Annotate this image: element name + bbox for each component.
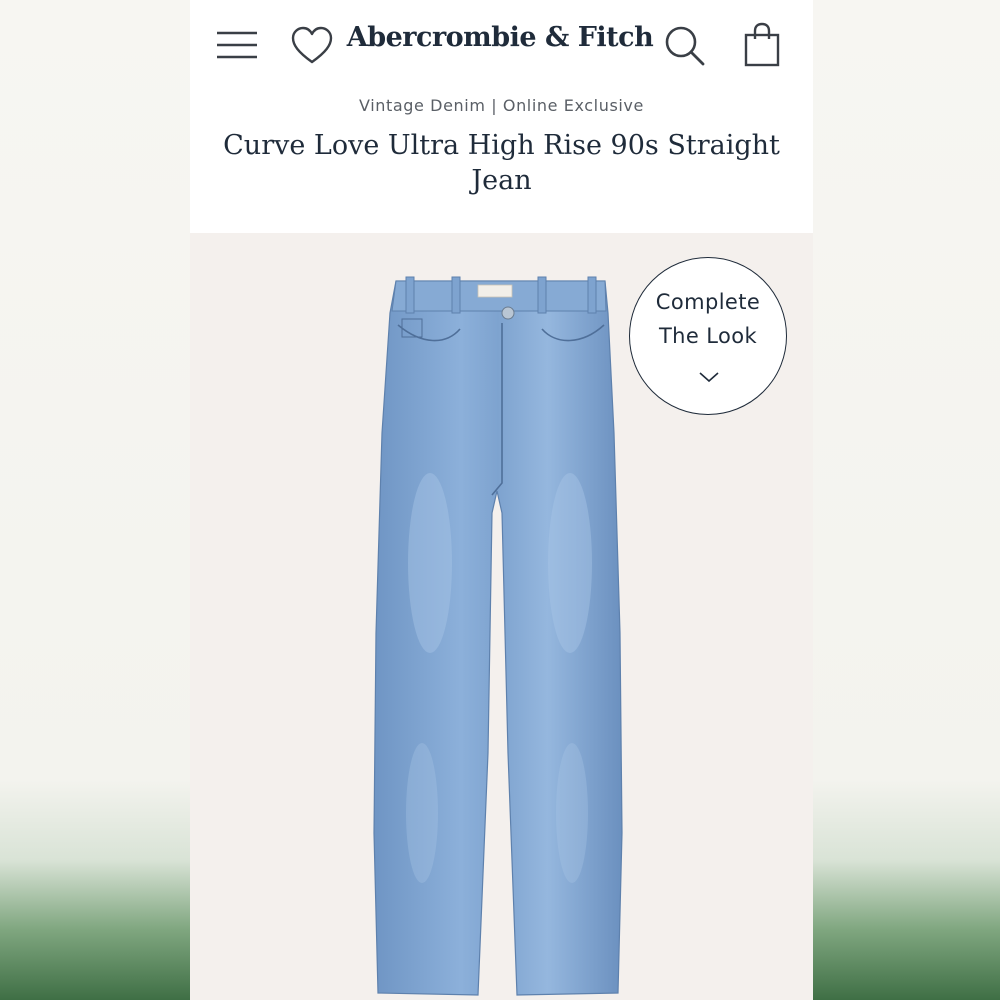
bag-icon[interactable] xyxy=(742,22,782,68)
complete-the-look-label-2: The Look xyxy=(658,324,758,348)
heart-icon[interactable] xyxy=(290,26,334,66)
product-collection-label: Vintage Denim | Online Exclusive xyxy=(359,96,644,115)
product-title: Curve Love Ultra High Rise 90s Straight … xyxy=(223,130,780,196)
blurred-background-left xyxy=(0,0,190,1000)
chevron-down-icon xyxy=(699,372,719,383)
product-page: Abercrombie & Fitch Vintage Denim | Onli… xyxy=(190,0,813,1000)
complete-the-look-button[interactable]: Complete The Look xyxy=(629,257,787,415)
product-image: Complete The Look xyxy=(190,233,813,1000)
site-header: Abercrombie & Fitch xyxy=(190,0,813,95)
menu-icon[interactable] xyxy=(215,30,259,62)
brand-logo[interactable]: Abercrombie & Fitch xyxy=(340,22,660,53)
search-icon[interactable] xyxy=(663,24,707,68)
blurred-background-right xyxy=(813,0,1000,1000)
complete-the-look-label-1: Complete xyxy=(655,290,761,314)
